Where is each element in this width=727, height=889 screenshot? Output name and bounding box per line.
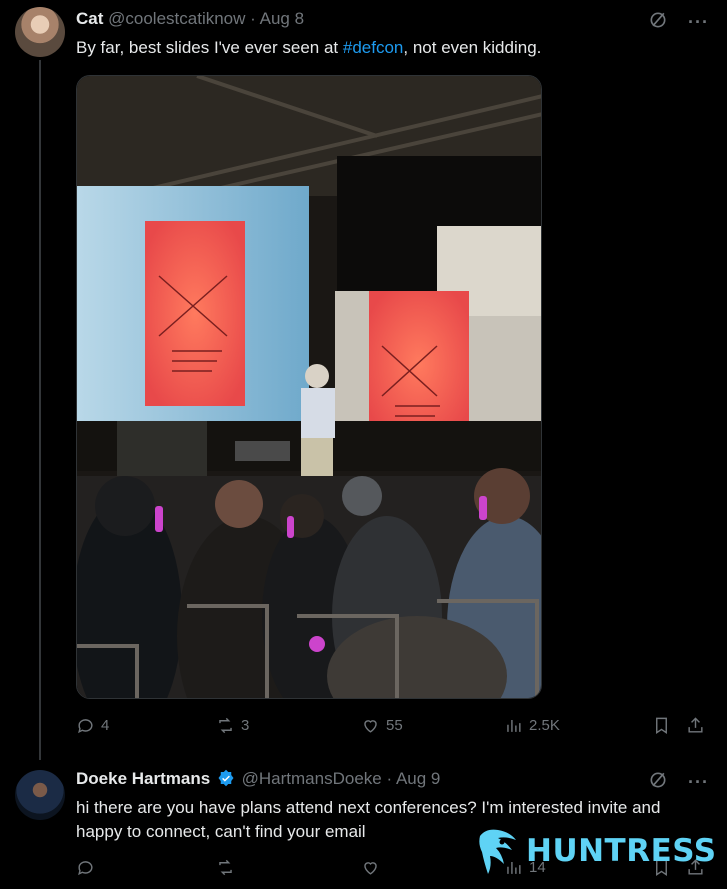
tweet-header: Doeke Hartmans @HartmansDoeke · Aug 9	[76, 769, 440, 789]
more-options-icon[interactable]: ···	[688, 772, 709, 793]
views-count: 2.5K	[529, 717, 560, 734]
heart-icon	[364, 862, 377, 875]
bookmark-button[interactable]	[652, 716, 686, 735]
share-icon	[688, 717, 703, 733]
tweet-text-part: , not even kidding.	[403, 38, 542, 57]
grok-icon[interactable]	[648, 10, 668, 35]
tweet-actions: 4 3 55 2.5K	[76, 716, 709, 735]
author-name[interactable]: Doeke Hartmans	[76, 769, 210, 788]
tweet-text-part: By far, best slides I've ever seen at	[76, 38, 343, 57]
like-count: 55	[386, 717, 403, 734]
avatar[interactable]	[15, 770, 65, 820]
tweet-date[interactable]: Aug 8	[260, 9, 304, 28]
verified-badge-icon	[218, 769, 234, 787]
tweet-header: Cat @coolestcatiknow · Aug 8	[76, 9, 304, 29]
grok-icon[interactable]	[648, 770, 668, 795]
tweet-top-actions: ···	[648, 10, 709, 35]
repost-button[interactable]	[216, 858, 361, 877]
tweet-photo[interactable]	[76, 75, 542, 699]
tweet-text: By far, best slides I've ever seen at #d…	[76, 36, 541, 60]
repost-icon	[219, 859, 232, 876]
tweet-date[interactable]: Aug 9	[396, 769, 440, 788]
author-name[interactable]: Cat	[76, 9, 103, 28]
thread-connector-line	[39, 60, 41, 760]
views-button[interactable]: 2.5K	[504, 716, 652, 735]
author-handle[interactable]: @HartmansDoeke	[242, 769, 382, 788]
reply-icon	[78, 861, 93, 876]
hashtag-link[interactable]: #defcon	[343, 38, 404, 57]
huntress-logo-icon	[479, 829, 516, 874]
views-icon	[507, 719, 521, 732]
brand-name: HUNTRESS	[526, 833, 717, 869]
more-options-icon[interactable]: ···	[688, 12, 709, 33]
reply-button[interactable]: 4	[76, 716, 216, 735]
reply-button[interactable]	[76, 858, 216, 877]
share-button[interactable]	[686, 716, 705, 735]
author-handle[interactable]: @coolestcatiknow	[108, 9, 245, 28]
reply-count: 4	[101, 717, 110, 734]
separator-dot: ·	[386, 769, 393, 788]
heart-icon	[364, 720, 377, 733]
repost-icon	[219, 717, 232, 734]
repost-button[interactable]: 3	[216, 716, 361, 735]
reply-icon	[78, 719, 93, 734]
tweet-top-actions: ···	[648, 770, 709, 795]
separator-dot: ·	[250, 9, 256, 28]
huntress-watermark: HUNTRESS	[476, 826, 717, 876]
like-button[interactable]: 55	[361, 716, 504, 735]
repost-count: 3	[241, 717, 250, 734]
avatar[interactable]	[15, 7, 65, 57]
bookmark-icon	[656, 717, 667, 734]
